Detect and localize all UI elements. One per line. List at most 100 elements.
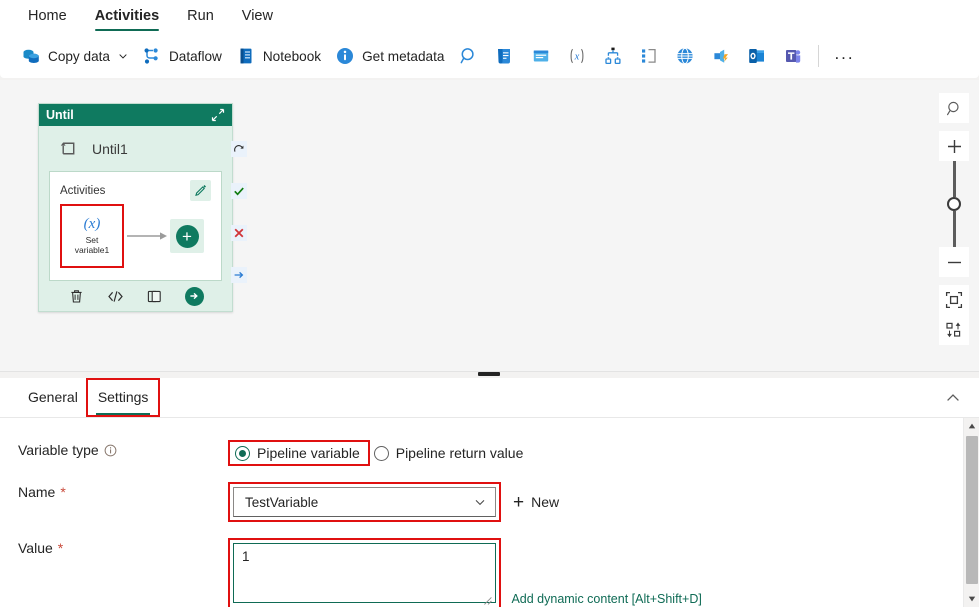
set-variable-node-name-line2: variable1 [75,245,110,255]
variable-type-radio-group: Pipeline variable Pipeline return value [228,440,523,466]
notebook-button[interactable]: Notebook [229,40,328,72]
webhook-button[interactable] [703,40,739,72]
set-variable-node-icon: (x) [84,217,101,232]
lookup-button[interactable] [451,40,487,72]
outlook-button[interactable] [739,40,775,72]
outlook-icon [747,46,767,66]
variable-type-row: Variable type Pipeline variable [0,440,979,466]
zoom-search-button[interactable] [939,93,969,123]
switch-button[interactable] [595,40,631,72]
overflow-menu-button[interactable]: ... [826,40,862,72]
tab-general[interactable]: General [18,380,88,415]
radio-pipeline-variable[interactable]: Pipeline variable [235,445,360,461]
radio-pipeline-variable-label: Pipeline variable [257,445,360,461]
on-failure-icon[interactable] [231,225,247,241]
radio-pipeline-return-value[interactable]: Pipeline return value [374,445,524,461]
settings-form: Variable type Pipeline variable [0,418,979,607]
name-row: Name * TestVariable + New [0,482,979,522]
notebook-icon [236,46,256,66]
value-label: Value [18,538,53,558]
value-field-highlight [228,538,501,607]
value-required-marker: * [58,538,63,558]
menu-tab-activities[interactable]: Activities [81,1,173,33]
set-variable-node-name-line1: Set [86,235,99,245]
until-activity-name: Until1 [92,141,128,157]
dataflow-label: Dataflow [169,49,222,64]
script-button[interactable] [487,40,523,72]
value-textarea[interactable] [233,543,496,603]
close-x-icon [233,227,245,239]
splitter-grab-handle[interactable] [478,372,500,376]
tab-settings[interactable]: Settings [88,380,159,415]
canvas-zoom-controls [939,93,969,345]
zoom-in-button[interactable] [939,131,969,161]
copy-data-icon [21,46,41,66]
on-success-icon[interactable] [231,183,247,199]
get-metadata-button[interactable]: Get metadata [328,40,451,72]
dataflow-button[interactable]: Dataflow [135,40,229,72]
get-metadata-label: Get metadata [362,49,444,64]
new-variable-button[interactable]: + New [513,493,559,512]
toolbar-divider [818,45,819,67]
set-variable1-node[interactable]: (x) Set variable1 [60,204,124,268]
stored-procedure-icon [531,46,551,66]
name-label-wrap: Name * [0,482,228,502]
menu-tab-view[interactable]: View [228,1,287,33]
collapse-expand-icon[interactable] [211,108,225,122]
edit-activities-button[interactable] [190,180,211,201]
lookup-icon [459,46,479,66]
until-loop-icon [57,138,78,159]
scroll-down-icon [968,595,976,603]
zoom-out-button[interactable] [939,247,969,277]
stored-procedure-button[interactable] [523,40,559,72]
zoom-slider[interactable] [939,161,969,247]
menu-tab-home[interactable]: Home [14,1,81,33]
until-activity-card[interactable]: Until Until1 Activities [38,103,233,312]
name-dropdown[interactable]: TestVariable [233,487,496,517]
add-activity-button[interactable]: + [170,219,204,253]
zoom-out-icon [946,254,963,271]
chevron-down-icon [474,496,486,508]
menu-tab-run[interactable]: Run [173,1,228,33]
properties-scrollbar[interactable] [963,418,979,607]
plus-icon: + [513,493,524,512]
scrollbar-thumb[interactable] [966,436,978,584]
pipeline-canvas[interactable]: Until Until1 Activities [0,80,979,371]
collapse-panel-chevron-icon[interactable] [945,390,961,406]
name-required-marker: * [60,482,65,502]
web-button[interactable] [667,40,703,72]
variable-type-label-wrap: Variable type [0,440,228,460]
panel-splitter[interactable] [0,371,979,378]
auto-align-icon [945,321,963,339]
zoom-slider-track-top [953,161,956,197]
delete-icon[interactable] [68,288,85,305]
copy-data-button[interactable]: Copy data [14,40,135,72]
set-variable-button[interactable]: x [559,40,595,72]
chevron-down-icon [118,51,128,61]
add-dynamic-content-link[interactable]: Add dynamic content [Alt+Shift+D] [511,592,701,606]
activities-header: Activities [60,180,211,201]
scroll-up-button[interactable] [964,418,979,434]
teams-button[interactable] [775,40,811,72]
fit-to-screen-button[interactable] [939,285,969,315]
radio-pipeline-variable-dot [235,446,250,461]
until-card-title: Until [46,108,74,122]
auto-align-button[interactable] [939,315,969,345]
if-condition-button[interactable] [631,40,667,72]
code-icon[interactable] [107,288,124,305]
info-icon[interactable] [104,444,117,457]
zoom-slider-handle[interactable] [947,197,961,211]
retry-icon[interactable] [231,141,247,157]
properties-panel: General Settings Variable type [0,378,979,607]
radio-pipeline-return-value-label: Pipeline return value [396,445,524,461]
run-icon[interactable] [185,287,204,306]
switch-icon [603,46,623,66]
activities-row: (x) Set variable1 + [60,204,211,268]
name-field-highlight: TestVariable [228,482,501,522]
duplicate-icon[interactable] [146,288,163,305]
new-variable-label: New [531,494,559,510]
scroll-down-button[interactable] [964,591,979,607]
activity-connector-icons [231,141,247,309]
on-completion-icon[interactable] [231,267,247,283]
until-activities-container[interactable]: Activities (x) Set variable1 [49,171,222,281]
